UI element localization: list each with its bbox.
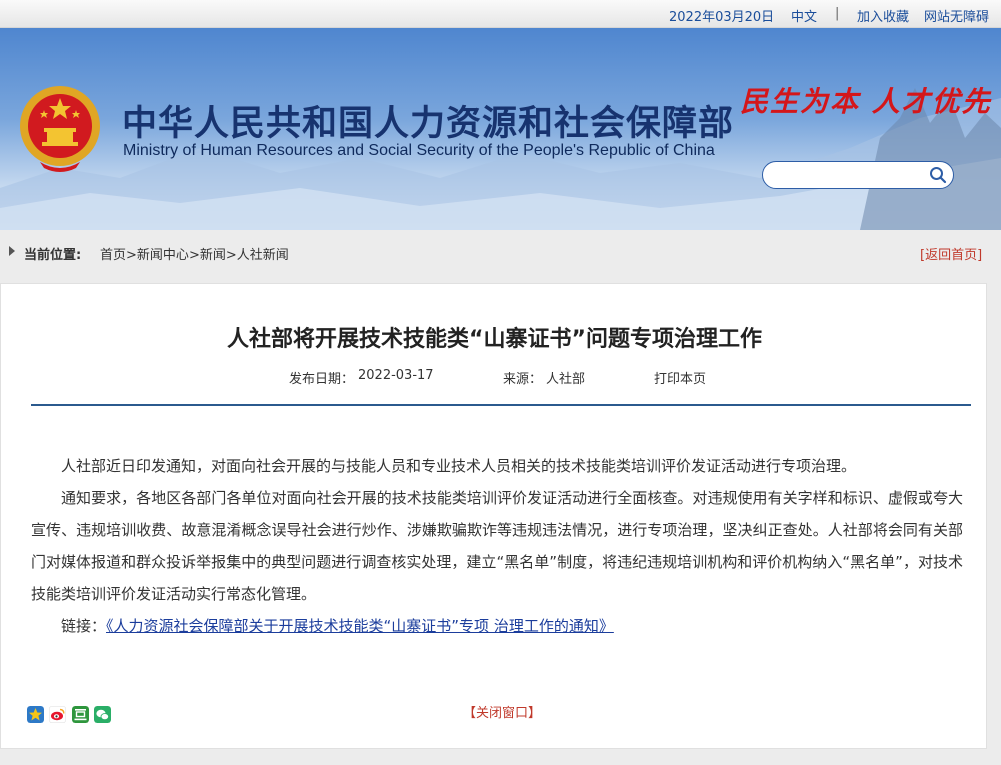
wechat-icon[interactable] [94,706,111,723]
title-divider [31,404,971,406]
topbar-separator: | [835,6,840,21]
source-label: 来源： [503,372,543,387]
paragraph-2: 通知要求，各地区各部门各单位对面向社会开展的技术技能类培训评价发证活动进行全面核… [31,489,963,603]
breadcrumb-hr-news[interactable]: 人社新闻 [237,248,289,263]
ministry-title-cn: 中华人民共和国人力资源和社会保障部 [122,104,735,144]
national-emblem-icon [20,86,100,172]
publish-date: 2022-03-17 [358,368,434,383]
breadcrumb: 首页>新闻中心>新闻>人社新闻 [100,244,289,263]
triangle-right-icon [9,246,15,256]
search-box [762,161,954,189]
accessibility-link[interactable]: 网站无障碍 [924,6,989,25]
search-input[interactable] [775,166,925,184]
breadcrumb-sep: > [188,248,200,263]
ministry-title-en: Ministry of Human Resources and Social S… [123,142,715,159]
site-banner: 中华人民共和国人力资源和社会保障部 Ministry of Human Reso… [0,28,1001,230]
breadcrumb-home[interactable]: 首页 [100,248,126,263]
top-bar: 2022年03月20日 中文 | 加入收藏 网站无障碍 [0,0,1001,28]
breadcrumb-news[interactable]: 新闻 [200,248,226,263]
weibo-icon[interactable] [49,706,66,723]
slogan: 民生为本 人才优先 [740,85,992,118]
link-paragraph: 链接：《人力资源社会保障部关于开展技术技能类“山寨证书”专项 治理工作的通知》 [31,610,963,642]
breadcrumb-sep: > [225,248,237,263]
add-favorite-link[interactable]: 加入收藏 [857,6,909,25]
search-icon[interactable] [929,166,947,184]
breadcrumb-sep: > [126,248,137,263]
breadcrumb-label: 当前位置: [24,248,82,263]
qzone-icon[interactable] [27,706,44,723]
source-value: 人社部 [546,372,586,387]
breadcrumb-news-center[interactable]: 新闻中心 [137,248,189,263]
publish-label: 发布日期： [289,372,355,387]
close-window-link[interactable]: 【关闭窗口】 [463,702,541,721]
current-date: 2022年03月20日 [669,10,775,25]
article-title: 人社部将开展技术技能类“山寨证书”问题专项治理工作 [227,327,762,352]
back-home-link[interactable]: [返回首页] [920,244,982,263]
notice-link[interactable]: 《人力资源社会保障部关于开展技术技能类“山寨证书”专项 治理工作的通知》 [106,617,614,635]
article-content: 人社部近日印发通知，对面向社会开展的与技能人员和专业技术人员相关的技术技能类培训… [31,450,963,642]
douban-icon[interactable] [72,706,89,723]
paragraph-1: 人社部近日印发通知，对面向社会开展的与技能人员和专业技术人员相关的技术技能类培训… [61,457,857,475]
breadcrumb-bar: 当前位置: 首页>新闻中心>新闻>人社新闻 [返回首页] [0,230,1001,274]
print-page-link[interactable]: 打印本页 [654,368,706,387]
article-panel: 人社部将开展技术技能类“山寨证书”问题专项治理工作 发布日期： 2022-03-… [0,283,987,749]
language-link[interactable]: 中文 [791,6,817,25]
link-label: 链接： [61,617,107,635]
